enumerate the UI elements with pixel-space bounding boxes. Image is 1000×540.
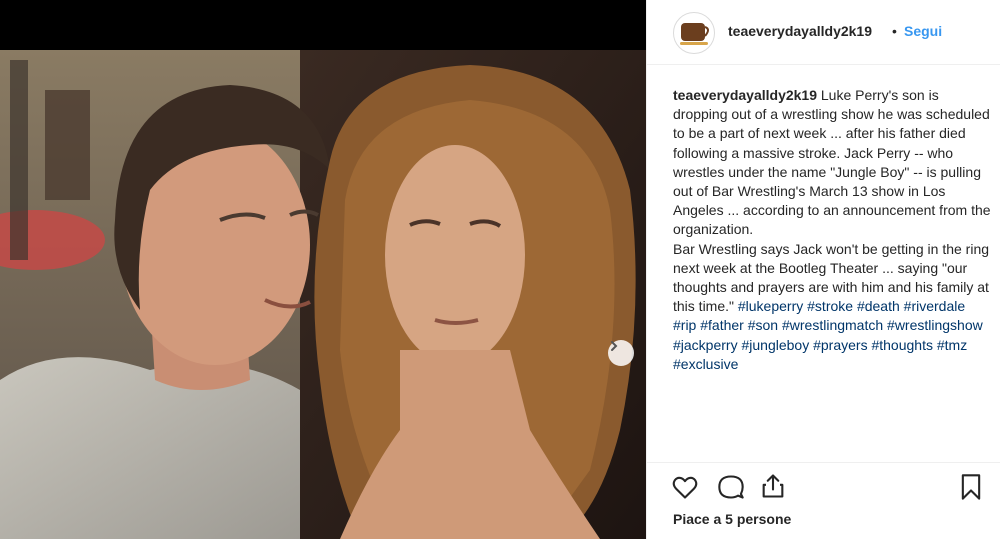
hashtag-link[interactable]: #tmz	[937, 337, 967, 353]
post-caption: teaeverydayalldy2k19 Luke Perry's son is…	[673, 86, 991, 374]
separator-dot: •	[892, 23, 897, 39]
hashtag-link[interactable]: #riverdale	[904, 298, 965, 314]
post-actions: Piace a 5 persone	[647, 462, 1000, 540]
tea-cup-icon	[680, 23, 709, 45]
post-panel: teaeverydayalldy2k19 • Segui teaeveryday…	[646, 0, 1000, 539]
hashtag-link[interactable]: #father	[700, 317, 744, 333]
photo-illustration	[0, 50, 646, 539]
avatar[interactable]	[673, 12, 715, 54]
post-header: teaeverydayalldy2k19 • Segui	[647, 0, 1000, 65]
share-icon	[762, 474, 784, 498]
hashtag-link[interactable]: #son	[748, 317, 778, 333]
caption-text: Luke Perry's son is dropping out of a wr…	[673, 87, 991, 238]
share-button[interactable]	[759, 472, 787, 505]
hashtag-link[interactable]: #prayers	[813, 337, 867, 353]
hashtag-link[interactable]: #jackperry	[673, 337, 738, 353]
author-handle[interactable]: teaeverydayalldy2k19	[728, 23, 872, 39]
hashtag-link[interactable]: #death	[857, 298, 900, 314]
hashtag-link[interactable]: #lukeperry	[738, 298, 803, 314]
comment-button[interactable]	[717, 473, 745, 506]
caption-author[interactable]: teaeverydayalldy2k19	[673, 87, 817, 103]
likes-count[interactable]: Piace a 5 persone	[673, 511, 791, 527]
post-media	[0, 0, 646, 539]
hashtag-link[interactable]: #jungleboy	[741, 337, 809, 353]
hashtag-link[interactable]: #wrestlingmatch	[782, 317, 883, 333]
post-photo[interactable]	[0, 50, 646, 539]
follow-button[interactable]: Segui	[904, 23, 942, 39]
next-image-button[interactable]	[608, 340, 634, 366]
hashtag-link[interactable]: #wrestlingshow	[887, 317, 983, 333]
heart-icon	[672, 476, 698, 499]
save-button[interactable]	[957, 473, 985, 506]
like-button[interactable]	[671, 473, 699, 506]
chevron-right-icon	[611, 341, 618, 351]
hashtag-link[interactable]: #stroke	[807, 298, 853, 314]
hashtag-link[interactable]: #thoughts	[871, 337, 933, 353]
hashtag-link[interactable]: #exclusive	[673, 356, 738, 372]
hashtag-link[interactable]: #rip	[673, 317, 696, 333]
comment-icon	[718, 475, 744, 499]
bookmark-icon	[961, 474, 981, 500]
